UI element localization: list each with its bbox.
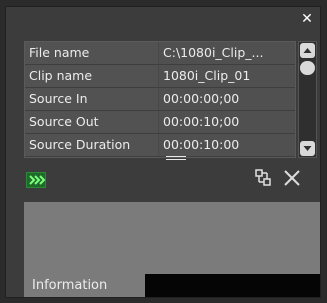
play-forward-icon (26, 172, 46, 188)
chevron-up-icon (303, 48, 312, 53)
table-row[interactable]: Source In 00:00:00;00 (25, 88, 295, 111)
close-x-icon (284, 170, 300, 186)
property-value: 1080i_Clip_01 (159, 65, 295, 87)
property-name: Source In (25, 88, 158, 110)
property-value: 00:00:10;00 (159, 111, 295, 133)
table-scrollbar[interactable] (298, 41, 317, 158)
property-name: File name (25, 42, 158, 64)
table-row[interactable]: Clip name 1080i_Clip_01 (25, 65, 295, 88)
tab-label: Information (32, 278, 108, 293)
property-name: Source Duration (25, 134, 158, 156)
tab-information[interactable]: Information (24, 274, 145, 297)
table-row[interactable]: File name C:\1080i_Clip_... (25, 42, 295, 65)
scroll-thumb[interactable] (300, 61, 315, 75)
property-name: Clip name (25, 65, 158, 87)
close-icon: ✕ (301, 11, 313, 27)
panel-close-button[interactable]: ✕ (300, 12, 314, 26)
information-panel: ✕ File name C:\1080i_Clip_... Clip name … (5, 6, 321, 298)
property-name: Source Out (25, 111, 158, 133)
property-value: 00:00:00;00 (159, 88, 295, 110)
delete-button[interactable] (281, 167, 303, 189)
property-value: 00:00:10:00 (159, 134, 295, 156)
table-row[interactable]: Source Duration 00:00:10:00 (25, 134, 295, 157)
properties-table: File name C:\1080i_Clip_... Clip name 10… (24, 41, 296, 158)
link-icon (255, 169, 271, 186)
chevron-down-icon (303, 146, 312, 151)
tab-bar: Information (24, 274, 320, 297)
link-button[interactable] (252, 167, 274, 189)
property-value: C:\1080i_Clip_... (159, 42, 295, 64)
resize-splitter[interactable] (166, 156, 186, 162)
scroll-down-button[interactable] (300, 141, 315, 156)
scroll-up-button[interactable] (300, 43, 315, 58)
information-content-area (24, 202, 320, 274)
table-row[interactable]: Source Out 00:00:10;00 (25, 111, 295, 134)
